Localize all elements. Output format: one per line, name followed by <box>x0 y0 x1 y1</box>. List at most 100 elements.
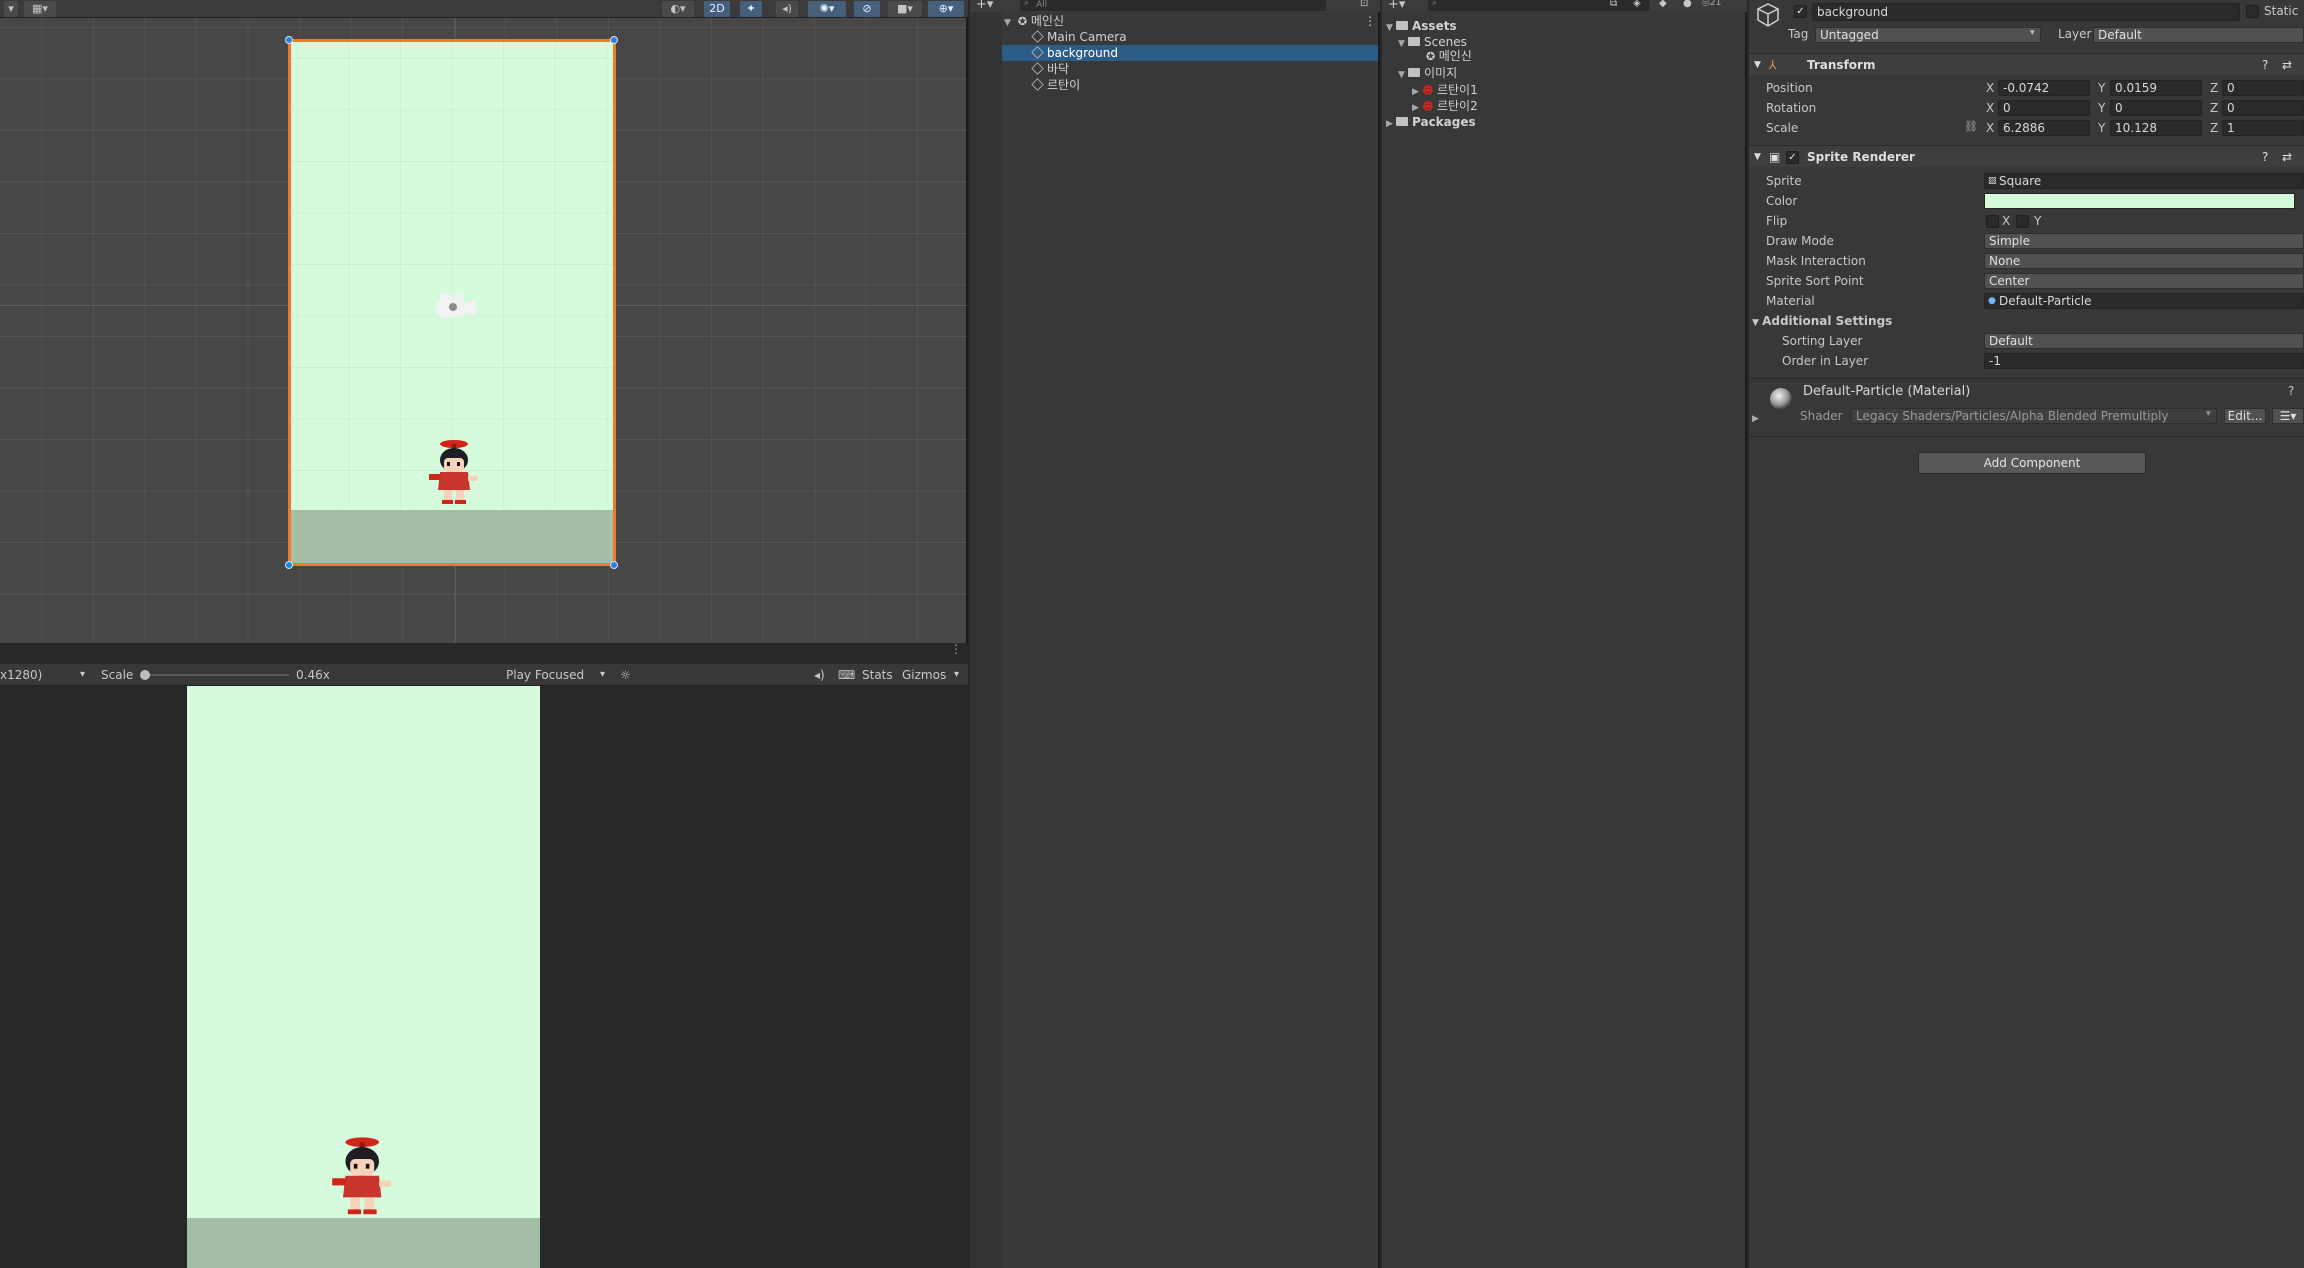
active-checkbox[interactable]: ✓ <box>1794 5 1807 18</box>
material-field[interactable]: ● Default-Particle <box>1984 293 2304 309</box>
expand-arrow-icon[interactable]: ▼ <box>1398 36 1408 52</box>
game-more-icon[interactable]: ⋮ <box>950 642 962 656</box>
project-image-item[interactable]: ▶ ☻ 르탄이1 <box>1412 82 1478 98</box>
sprite-renderer-enabled-checkbox[interactable]: ✓ <box>1786 151 1799 164</box>
project-scene-file[interactable]: ✪ 메인신 <box>1426 48 1472 64</box>
draw-mode-icon[interactable]: ◐▾ <box>662 1 694 17</box>
gizmos-chevron-icon[interactable]: ▾ <box>954 664 959 686</box>
project-folder-assets[interactable]: ▼ Assets <box>1386 18 1457 34</box>
layer-dropdown[interactable]: Default <box>2093 27 2304 43</box>
project-create-plus-icon[interactable]: +▾ <box>1388 0 1405 12</box>
help-icon[interactable]: ? <box>2262 54 2268 76</box>
resolution-dropdown[interactable]: x1280) <box>0 664 42 686</box>
position-y-field[interactable]: 0.0159 <box>2110 80 2202 96</box>
hierarchy-item-rtan[interactable]: 르탄이 <box>1002 77 1378 93</box>
project-folder-packages[interactable]: ▶ Packages <box>1386 114 1476 130</box>
favorite-icon[interactable]: ◆ <box>1659 0 1667 9</box>
hierarchy-item-floor[interactable]: 바닥 <box>1002 61 1378 77</box>
hierarchy-item-background[interactable]: background <box>1002 45 1378 61</box>
flip-y-checkbox[interactable] <box>2016 215 2029 228</box>
keyboard-icon[interactable]: ⌨ <box>838 664 855 686</box>
effects-icon[interactable]: ✺▾ <box>808 1 846 17</box>
scale-slider-thumb[interactable] <box>140 670 150 680</box>
play-mode-chevron-icon[interactable]: ▾ <box>600 664 605 686</box>
sprite-sort-point-dropdown[interactable]: Center <box>1984 273 2304 289</box>
component-settings-icon[interactable]: ⇄ <box>2282 54 2292 76</box>
add-component-button[interactable]: Add Component <box>1918 452 2146 474</box>
expand-arrow-icon[interactable]: ▼ <box>1752 318 1762 328</box>
search-icon: ⌕ <box>1024 0 1030 8</box>
shader-options-icon[interactable]: ☰▾ <box>2272 408 2304 424</box>
rect-handle-top-left[interactable] <box>285 36 293 44</box>
rotation-x-field[interactable]: 0 <box>1998 100 2090 116</box>
gizmos-icon[interactable]: ⊕▾ <box>928 1 964 17</box>
hierarchy-lock-icon[interactable]: ⊡ <box>1360 0 1368 9</box>
scale-slider-track[interactable] <box>144 674 289 676</box>
rotation-z-field[interactable]: 0 <box>2222 100 2304 116</box>
static-checkbox[interactable] <box>2246 5 2259 18</box>
constrain-proportions-icon[interactable]: ⛓ <box>1964 120 1978 133</box>
hierarchy-search-input[interactable]: All <box>1020 0 1326 11</box>
mode-2d-button[interactable]: 2D <box>704 1 730 17</box>
sprite-field[interactable]: ▨ Square <box>1984 173 2304 189</box>
search-by-type-icon[interactable]: ⧉ <box>1610 0 1617 9</box>
audio-icon[interactable]: ◂) <box>776 1 798 17</box>
scene-menu-icon[interactable]: ▾ <box>4 1 18 17</box>
axis-z-label: Z <box>2210 81 2219 95</box>
create-plus-icon[interactable]: +▾ <box>976 0 993 12</box>
resolution-chevron-icon[interactable]: ▾ <box>80 664 85 686</box>
scene-root-row[interactable]: ▼ ✪ 메인신 ⋮ <box>1004 13 1380 29</box>
transform-header[interactable]: ▼ ⅄ Transform ? ⇄ <box>1749 53 2304 75</box>
material-expand-arrow-icon[interactable]: ▶ <box>1752 414 1759 424</box>
shader-dropdown[interactable]: Legacy Shaders/Particles/Alpha Blended P… <box>1851 408 2217 424</box>
lighting-icon[interactable]: ✦ <box>740 1 762 17</box>
scene-more-icon[interactable]: ⋮ <box>1364 13 1376 29</box>
shader-edit-button[interactable]: Edit... <box>2224 408 2266 424</box>
camera-gizmo-icon[interactable] <box>434 290 478 322</box>
sprite-renderer-header[interactable]: ▼ ▣ ✓ Sprite Renderer ? ⇄ <box>1749 145 2304 167</box>
camera-settings-icon[interactable]: ■▾ <box>888 1 922 17</box>
shader-chevron-icon[interactable]: ▾ <box>2206 409 2211 419</box>
position-x-field[interactable]: -0.0742 <box>1998 80 2090 96</box>
order-in-layer-field[interactable]: -1 <box>1984 353 2304 369</box>
tag-chevron-icon[interactable]: ▾ <box>2030 28 2035 38</box>
rect-handle-bottom-right[interactable] <box>610 561 618 569</box>
play-mode-dropdown[interactable]: Play Focused <box>506 664 584 686</box>
scale-z-field[interactable]: 1 <box>2222 120 2304 136</box>
position-z-field[interactable]: 0 <box>2222 80 2304 96</box>
stats-button[interactable]: Stats <box>862 664 893 686</box>
expand-arrow-icon[interactable]: ▼ <box>1754 54 1761 76</box>
project-folder-images[interactable]: ▼ 이미지 <box>1398 65 1457 81</box>
tag-dropdown[interactable]: Untagged <box>1815 27 2041 43</box>
grid-snap-icon[interactable]: ▦▾ <box>24 1 56 17</box>
bug-icon[interactable]: ☼ <box>620 664 631 686</box>
additional-settings-foldout[interactable]: ▼ Additional Settings <box>1752 312 1892 330</box>
expand-arrow-icon[interactable]: ▼ <box>1398 67 1408 83</box>
help-icon[interactable]: ? <box>2262 146 2268 168</box>
mask-interaction-dropdown[interactable]: None <box>1984 253 2304 269</box>
scale-y-field[interactable]: 10.128 <box>2110 120 2202 136</box>
hidden-packages-icon[interactable]: ● <box>1683 0 1692 9</box>
flip-x-checkbox[interactable] <box>1986 215 1999 228</box>
draw-mode-dropdown[interactable]: Simple <box>1984 233 2304 249</box>
rect-handle-bottom-left[interactable] <box>285 561 293 569</box>
sorting-layer-dropdown[interactable]: Default <box>1984 333 2304 349</box>
component-settings-icon[interactable]: ⇄ <box>2282 146 2292 168</box>
material-help-icon[interactable]: ? <box>2288 384 2294 398</box>
search-by-label-icon[interactable]: ◈ <box>1633 0 1641 9</box>
rotation-y-field[interactable]: 0 <box>2110 100 2202 116</box>
expand-arrow-icon[interactable]: ▼ <box>1754 146 1761 168</box>
object-name-field[interactable]: background <box>1812 3 2240 21</box>
gizmos-button[interactable]: Gizmos <box>902 664 946 686</box>
mute-audio-icon[interactable]: ◂) <box>814 664 825 686</box>
scale-x-field[interactable]: 6.2886 <box>1998 120 2090 136</box>
collapse-arrow-icon[interactable]: ▶ <box>1386 116 1396 132</box>
hierarchy-item-main-camera[interactable]: Main Camera <box>1002 29 1378 45</box>
project-image-item[interactable]: ▶ ☻ 르탄이2 <box>1412 98 1478 114</box>
rtan-character-scene[interactable] <box>424 438 482 508</box>
floor-sprite[interactable] <box>291 510 613 563</box>
expand-arrow-icon[interactable]: ▼ <box>1386 20 1396 36</box>
rect-handle-top-right[interactable] <box>610 36 618 44</box>
scene-visibility-icon[interactable]: ⊘ <box>854 1 880 17</box>
color-swatch[interactable] <box>1984 193 2295 209</box>
